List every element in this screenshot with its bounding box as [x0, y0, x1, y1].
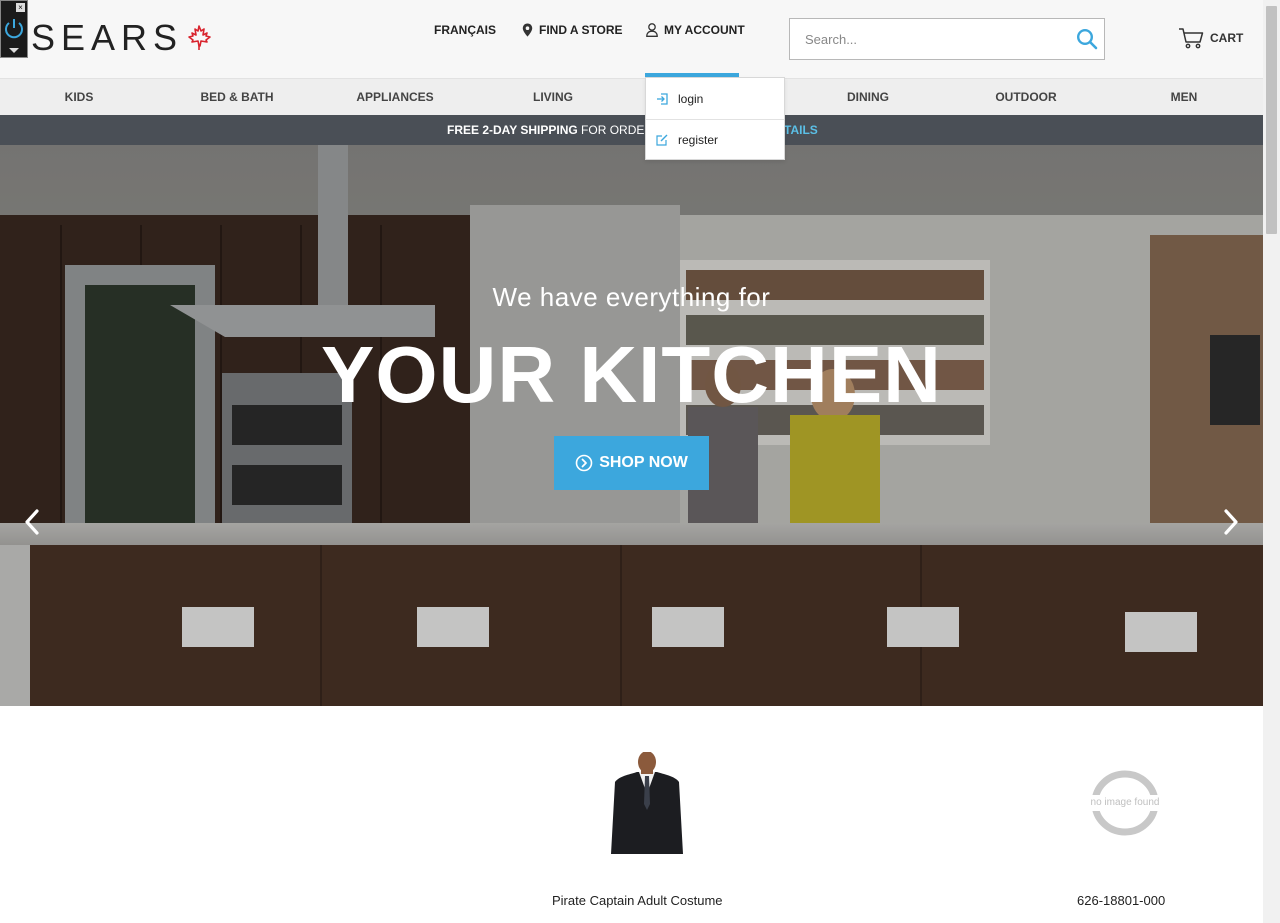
product-name[interactable]: Pirate Captain Adult Costume — [552, 893, 723, 908]
shipping-bold-text: FREE 2-DAY SHIPPING — [447, 123, 578, 137]
map-pin-icon — [522, 23, 533, 37]
shipping-rest-text: FOR ORDE — [577, 123, 645, 137]
cart-link[interactable]: CART — [1178, 27, 1243, 49]
shop-now-button[interactable]: SHOP NOW — [554, 436, 709, 490]
hero-carousel: We have everything for YOUR KITCHEN SHOP… — [0, 145, 1263, 706]
login-menu-item[interactable]: login — [646, 79, 784, 120]
nav-item-living[interactable]: LIVING — [533, 79, 573, 115]
nav-item-men[interactable]: MEN — [1171, 79, 1198, 115]
find-store-link[interactable]: FIND A STORE — [522, 23, 623, 37]
carousel-next-arrow-icon[interactable] — [1219, 507, 1241, 537]
nav-item-bed-bath[interactable]: BED & BATH — [200, 79, 273, 115]
suit-product-image[interactable] — [607, 752, 687, 856]
carousel-prev-arrow-icon[interactable] — [22, 507, 44, 537]
hero-title: YOUR KITCHEN — [321, 330, 942, 419]
circle-chevron-right-icon — [575, 454, 593, 472]
user-icon — [646, 23, 658, 37]
language-label: FRANÇAIS — [434, 23, 496, 37]
no-image-placeholder[interactable]: no image found — [1085, 769, 1165, 837]
shipping-text: FREE 2-DAY SHIPPING FOR ORDE — [447, 115, 644, 145]
cart-icon — [1179, 28, 1204, 49]
my-account-label: MY ACCOUNT — [664, 23, 745, 37]
my-account-link[interactable]: MY ACCOUNT — [646, 23, 745, 37]
category-nav: KIDS BED & BATH APPLIANCES LIVING DINING… — [0, 78, 1263, 115]
account-dropdown: login register — [645, 77, 785, 160]
no-image-text: no image found — [1090, 797, 1160, 808]
search-icon[interactable] — [1076, 28, 1098, 50]
shipping-details-link[interactable]: TAILS — [784, 115, 818, 145]
logo-text: SEARS — [31, 17, 184, 58]
find-store-label: FIND A STORE — [539, 23, 623, 37]
scrollbar-thumb[interactable] — [1266, 6, 1277, 234]
nav-item-kids[interactable]: KIDS — [65, 79, 94, 115]
hero-subtitle: We have everything for — [492, 282, 771, 312]
search-box — [789, 18, 1105, 60]
login-icon — [657, 93, 668, 105]
power-icon[interactable] — [3, 17, 25, 39]
close-icon[interactable]: × — [16, 3, 25, 12]
language-link[interactable]: FRANÇAIS — [434, 23, 496, 37]
cart-label: CART — [1210, 31, 1244, 45]
login-label: login — [678, 92, 704, 106]
shop-now-label: SHOP NOW — [599, 454, 688, 471]
page: SEARS FRANÇAIS FIND A STORE MY ACCOUNT S… — [0, 0, 1263, 923]
nav-item-outdoor[interactable]: OUTDOOR — [995, 79, 1056, 115]
shipping-banner: FREE 2-DAY SHIPPING FOR ORDE TAILS — [0, 115, 1263, 145]
nav-item-dining[interactable]: DINING — [847, 79, 889, 115]
power-widget[interactable]: × — [0, 0, 28, 58]
kitchen-hero-image — [0, 145, 1263, 706]
sears-logo[interactable]: SEARS — [31, 17, 213, 58]
edit-icon — [656, 134, 668, 146]
site-header: SEARS FRANÇAIS FIND A STORE MY ACCOUNT S… — [0, 0, 1263, 78]
page-scrollbar[interactable] — [1263, 0, 1280, 923]
chevron-down-icon[interactable] — [9, 48, 19, 53]
nav-item-appliances[interactable]: APPLIANCES — [356, 79, 433, 115]
register-label: register — [678, 133, 719, 147]
register-menu-item[interactable]: register — [646, 120, 784, 160]
maple-leaf-icon — [188, 25, 211, 50]
product-name[interactable]: 626-18801-000 — [1077, 893, 1165, 908]
search-input[interactable] — [790, 19, 1060, 59]
